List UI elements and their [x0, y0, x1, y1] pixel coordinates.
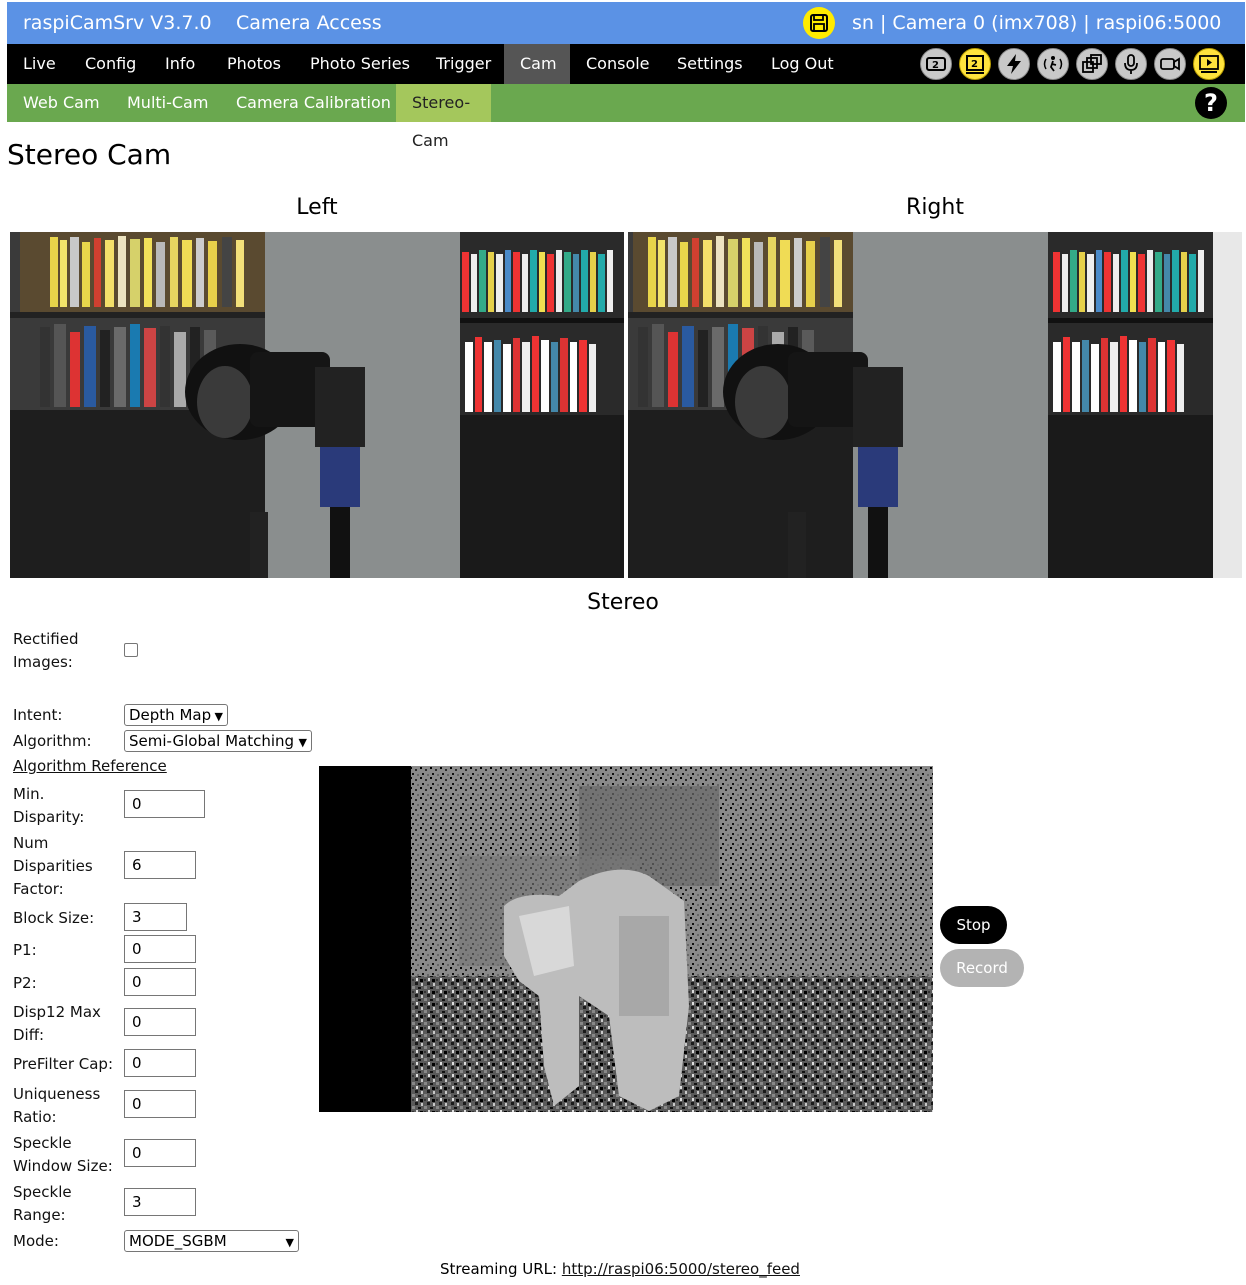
svg-text:2: 2	[932, 60, 939, 71]
mode-label: Mode:	[13, 1232, 59, 1250]
microphone-icon[interactable]	[1115, 48, 1147, 80]
record-button[interactable]: Record	[940, 949, 1024, 987]
nav-console[interactable]: Console	[570, 44, 666, 84]
rectified-images-checkbox[interactable]	[124, 643, 138, 657]
prefilter-cap-input[interactable]	[124, 1049, 196, 1077]
chevron-down-icon: ▼	[285, 1236, 294, 1249]
nav-info[interactable]: Info	[149, 44, 211, 84]
svg-text:2: 2	[971, 59, 978, 70]
disp12-max-diff-label: Disp12 Max Diff:	[13, 1003, 101, 1044]
nav-cam[interactable]: Cam	[504, 44, 570, 84]
app-title: raspiCamSrv V3.7.0	[23, 12, 212, 34]
p2-input[interactable]	[124, 968, 196, 996]
nav-settings[interactable]: Settings	[661, 44, 759, 84]
nav-config[interactable]: Config	[69, 44, 152, 84]
subnav-multi-cam[interactable]: Multi-Cam	[111, 84, 224, 122]
p1-label: P1:	[13, 941, 37, 959]
mode-select[interactable]: MODE_SGBM ▼	[124, 1230, 299, 1252]
chevron-down-icon: ▼	[298, 736, 307, 749]
min-disparity-input[interactable]	[124, 790, 205, 818]
left-camera-image	[10, 232, 624, 578]
p1-input[interactable]	[124, 935, 196, 963]
section-title: Camera Access	[236, 12, 382, 34]
title-bar: raspiCamSrv V3.7.0 Camera Access sn | Ca…	[7, 2, 1245, 44]
nav-log-out[interactable]: Log Out	[755, 44, 850, 84]
block-size-label: Block Size:	[13, 909, 95, 927]
subnav-stereo-cam[interactable]: Stereo-Cam	[396, 84, 491, 150]
speckle-window-size-label: Speckle Window Size:	[13, 1134, 113, 1175]
min-disparity-label: Min. Disparity:	[13, 785, 85, 826]
algorithm-value: Semi-Global Matching	[129, 732, 295, 750]
chevron-down-icon: ▼	[214, 710, 223, 723]
streaming-url-label: Streaming URL:	[440, 1260, 558, 1278]
motion-icon[interactable]	[1037, 48, 1069, 80]
sub-nav: Web Cam Multi-Cam Camera Calibration Ste…	[7, 84, 1245, 150]
streaming-url: Streaming URL: http://raspi06:5000/stere…	[440, 1260, 800, 1278]
intent-label: Intent:	[13, 706, 63, 724]
nav-live[interactable]: Live	[7, 44, 72, 84]
depth-map-stream	[319, 766, 933, 1112]
left-camera-label: Left	[296, 195, 338, 220]
intent-value: Depth Map	[129, 706, 212, 724]
nav-photo-series[interactable]: Photo Series	[294, 44, 426, 84]
camera-2-selected-icon[interactable]: 2	[959, 48, 991, 80]
right-camera-label: Right	[906, 195, 964, 220]
nav-trigger[interactable]: Trigger	[420, 44, 507, 84]
floppy-disk-icon[interactable]	[803, 7, 835, 39]
block-size-input[interactable]	[124, 903, 187, 931]
right-camera-image	[628, 232, 1242, 578]
page-title: Stereo Cam	[7, 138, 172, 171]
stop-button[interactable]: Stop	[940, 906, 1007, 944]
algorithm-reference-link[interactable]: Algorithm Reference	[13, 757, 167, 775]
nav-photos[interactable]: Photos	[211, 44, 297, 84]
num-disparities-label: Num Disparities Factor:	[13, 834, 93, 898]
uniqueness-ratio-input[interactable]	[124, 1090, 196, 1118]
p2-label: P2:	[13, 974, 37, 992]
mode-value: MODE_SGBM	[129, 1232, 227, 1250]
disp12-max-diff-input[interactable]	[124, 1008, 196, 1036]
subnav-camera-calibration[interactable]: Camera Calibration	[220, 84, 407, 122]
rectified-images-label: Rectified Images:	[13, 630, 79, 671]
camera-2-icon[interactable]: 2	[920, 48, 952, 80]
speckle-range-label: Speckle Range:	[13, 1183, 72, 1224]
num-disparities-input[interactable]	[124, 851, 196, 879]
algorithm-select[interactable]: Semi-Global Matching ▼	[124, 730, 312, 752]
streaming-url-link[interactable]: http://raspi06:5000/stereo_feed	[562, 1260, 800, 1278]
help-icon[interactable]: ?	[1195, 87, 1227, 119]
algorithm-label: Algorithm:	[13, 732, 92, 750]
uniqueness-ratio-label: Uniqueness Ratio:	[13, 1085, 101, 1126]
intent-select[interactable]: Depth Map ▼	[124, 704, 228, 726]
subnav-web-cam[interactable]: Web Cam	[7, 84, 116, 122]
speckle-window-size-input[interactable]	[124, 1139, 196, 1167]
main-nav: Live Config Info Photos Photo Series Tri…	[7, 44, 1245, 84]
multi-window-icon[interactable]	[1076, 48, 1108, 80]
video-camera-icon[interactable]	[1154, 48, 1186, 80]
streaming-display-icon[interactable]	[1193, 48, 1225, 80]
stereo-heading: Stereo	[587, 590, 659, 615]
prefilter-cap-label: PreFilter Cap:	[13, 1055, 114, 1073]
flash-icon[interactable]	[998, 48, 1030, 80]
speckle-range-input[interactable]	[124, 1188, 196, 1216]
camera-status: sn | Camera 0 (imx708) | raspi06:5000	[852, 12, 1222, 34]
